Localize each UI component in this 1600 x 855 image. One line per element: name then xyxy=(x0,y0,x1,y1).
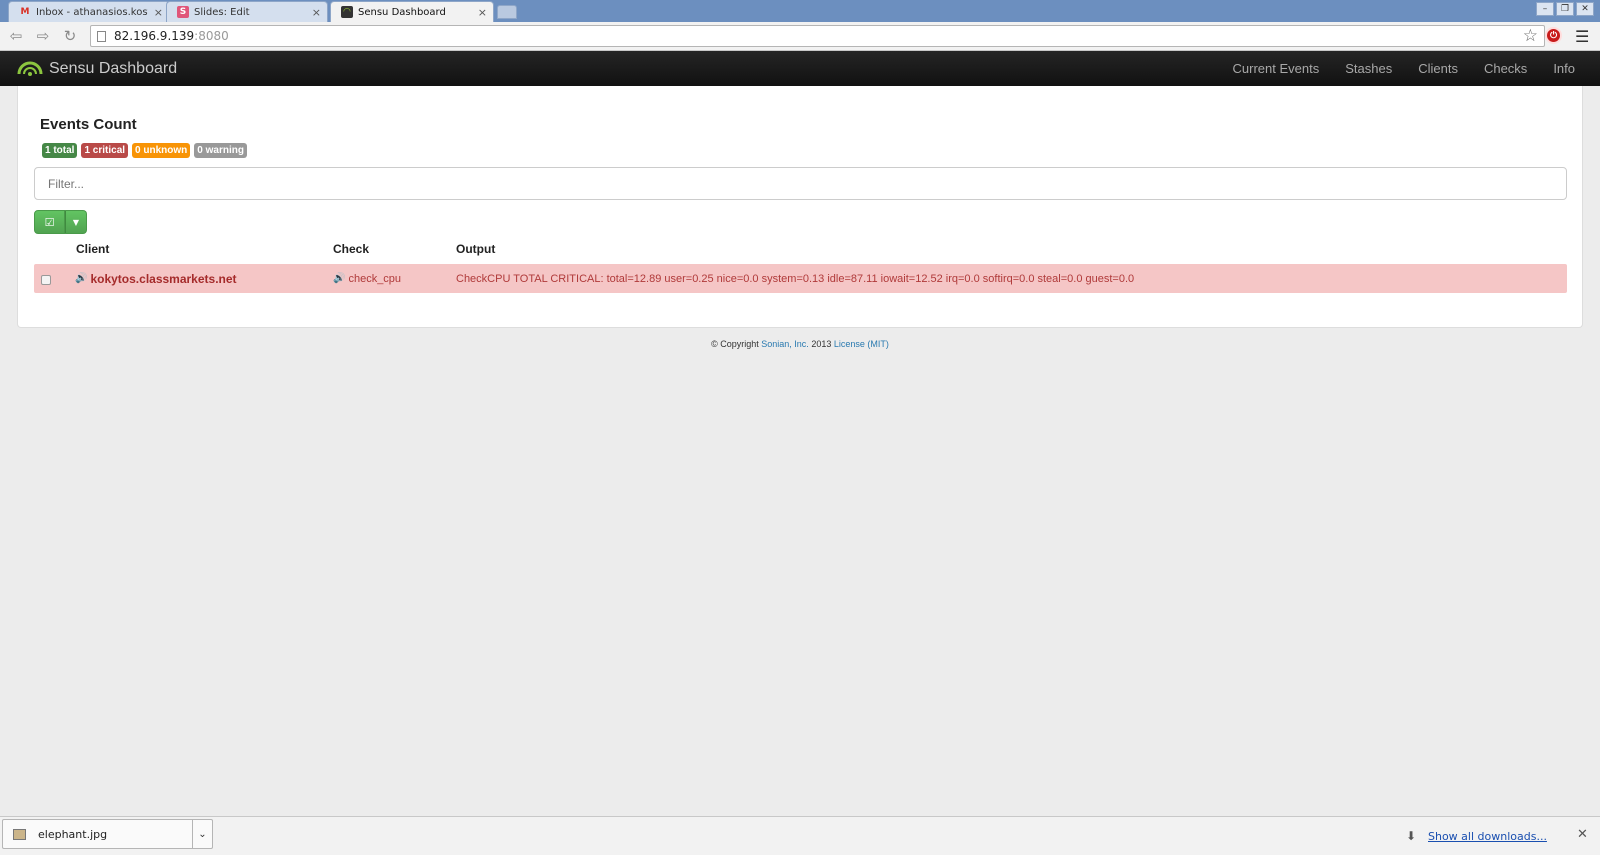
download-bar: elephant.jpg ⌄ ⬇ Show all downloads... ✕ xyxy=(0,816,1600,855)
browser-tab-strip: M Inbox - athanasios.kostop × S Slides: … xyxy=(0,0,1600,22)
company-link[interactable]: Sonian, Inc. xyxy=(761,339,809,349)
nav-info[interactable]: Info xyxy=(1553,61,1575,76)
brand[interactable]: Sensu Dashboard xyxy=(17,51,177,86)
speaker-icon: 🔊 xyxy=(333,273,346,284)
chevron-down-icon[interactable]: ⌄ xyxy=(192,819,212,849)
badge-unknown[interactable]: 0 unknown xyxy=(132,143,191,158)
tab-slides[interactable]: S Slides: Edit × xyxy=(166,1,328,22)
filter-input[interactable] xyxy=(34,167,1567,200)
brand-name: Sensu Dashboard xyxy=(49,59,178,77)
reload-icon[interactable]: ↻ xyxy=(60,26,80,46)
copyright-text: © Copyright xyxy=(711,339,759,349)
minimize-icon[interactable]: – xyxy=(1536,2,1554,16)
url-host: 82.196.9.139 xyxy=(114,29,195,43)
badge-critical[interactable]: 1 critical xyxy=(81,143,129,158)
browser-toolbar: ⇦ ⇨ ↻ 82.196.9.139:8080 ☆ ⏻ ☰ xyxy=(0,22,1600,51)
forward-icon[interactable]: ⇨ xyxy=(33,26,53,46)
restore-icon[interactable]: ❐ xyxy=(1556,2,1574,16)
column-header-client[interactable]: Client xyxy=(76,242,109,256)
close-tab-icon[interactable]: × xyxy=(478,6,487,19)
badge-total[interactable]: 1 total xyxy=(42,143,78,158)
bulk-actions-dropdown[interactable]: ▼ xyxy=(65,210,87,234)
event-check[interactable]: 🔊 check_cpu xyxy=(333,264,401,293)
license-link[interactable]: License (MIT) xyxy=(834,339,889,349)
tab-title: Sensu Dashboard xyxy=(358,6,446,18)
page-icon xyxy=(97,30,106,42)
extension-icon[interactable]: ⏻ xyxy=(1545,27,1562,44)
app-navbar: Sensu Dashboard Current Events Stashes C… xyxy=(0,51,1600,86)
download-filename: elephant.jpg xyxy=(38,827,108,841)
copyright-year: 2013 xyxy=(811,339,832,349)
footer: © Copyright Sonian, Inc. 2013 License (M… xyxy=(0,339,1600,349)
gmail-icon: M xyxy=(20,7,30,17)
url-port: :8080 xyxy=(194,29,229,43)
events-count-title: Events Count xyxy=(40,116,137,133)
nav-checks[interactable]: Checks xyxy=(1484,61,1527,76)
caret-down-icon: ▼ xyxy=(72,217,80,227)
browser-menu-icon[interactable]: ☰ xyxy=(1575,27,1589,46)
close-tab-icon[interactable]: × xyxy=(312,6,321,19)
speaker-icon: 🔊 xyxy=(75,273,88,284)
column-header-output[interactable]: Output xyxy=(456,242,495,256)
row-checkbox[interactable] xyxy=(41,275,51,285)
sensu-logo-icon xyxy=(17,61,43,76)
check-square-icon: ☑ xyxy=(44,215,55,229)
column-header-check[interactable]: Check xyxy=(333,242,369,256)
close-download-bar-icon[interactable]: ✕ xyxy=(1577,827,1588,842)
download-item[interactable]: elephant.jpg ⌄ xyxy=(2,819,213,849)
select-all-button[interactable]: ☑ xyxy=(34,210,65,234)
download-arrow-icon: ⬇ xyxy=(1406,829,1417,843)
tab-title: Slides: Edit xyxy=(194,6,250,18)
event-output: CheckCPU TOTAL CRITICAL: total=12.89 use… xyxy=(456,272,1135,285)
close-tab-icon[interactable]: × xyxy=(154,6,163,19)
check-name: check_cpu xyxy=(348,272,402,285)
slides-icon: S xyxy=(177,6,189,18)
new-tab-button[interactable] xyxy=(497,5,517,19)
tab-title: Inbox - athanasios.kostop xyxy=(36,6,148,18)
event-client[interactable]: 🔊 kokytos.classmarkets.net xyxy=(75,264,237,293)
bookmark-star-icon[interactable]: ☆ xyxy=(1523,26,1538,46)
nav-stashes[interactable]: Stashes xyxy=(1345,61,1392,76)
nav-clients[interactable]: Clients xyxy=(1418,61,1458,76)
main-nav: Current Events Stashes Clients Checks In… xyxy=(1207,51,1575,86)
bulk-action-group: ☑ ▼ xyxy=(34,210,87,234)
tab-sensu[interactable]: ◠ Sensu Dashboard × xyxy=(330,1,494,22)
event-row[interactable]: 🔊 kokytos.classmarkets.net 🔊 check_cpu C… xyxy=(34,264,1567,293)
event-badges: 1 total 1 critical 0 unknown 0 warning xyxy=(42,143,247,158)
nav-current-events[interactable]: Current Events xyxy=(1233,61,1320,76)
show-all-downloads-link[interactable]: Show all downloads... xyxy=(1428,830,1547,843)
window-controls: – ❐ ✕ xyxy=(1536,2,1594,16)
sensu-icon: ◠ xyxy=(341,6,353,18)
tab-gmail[interactable]: M Inbox - athanasios.kostop × xyxy=(8,1,170,22)
badge-warning[interactable]: 0 warning xyxy=(194,143,247,158)
client-name: kokytos.classmarkets.net xyxy=(90,271,237,286)
close-window-icon[interactable]: ✕ xyxy=(1576,2,1594,16)
image-file-icon xyxy=(13,828,26,840)
back-icon[interactable]: ⇦ xyxy=(6,26,26,46)
address-bar[interactable]: 82.196.9.139:8080 ☆ xyxy=(90,25,1545,47)
events-panel: Events Count 1 total 1 critical 0 unknow… xyxy=(17,86,1583,328)
